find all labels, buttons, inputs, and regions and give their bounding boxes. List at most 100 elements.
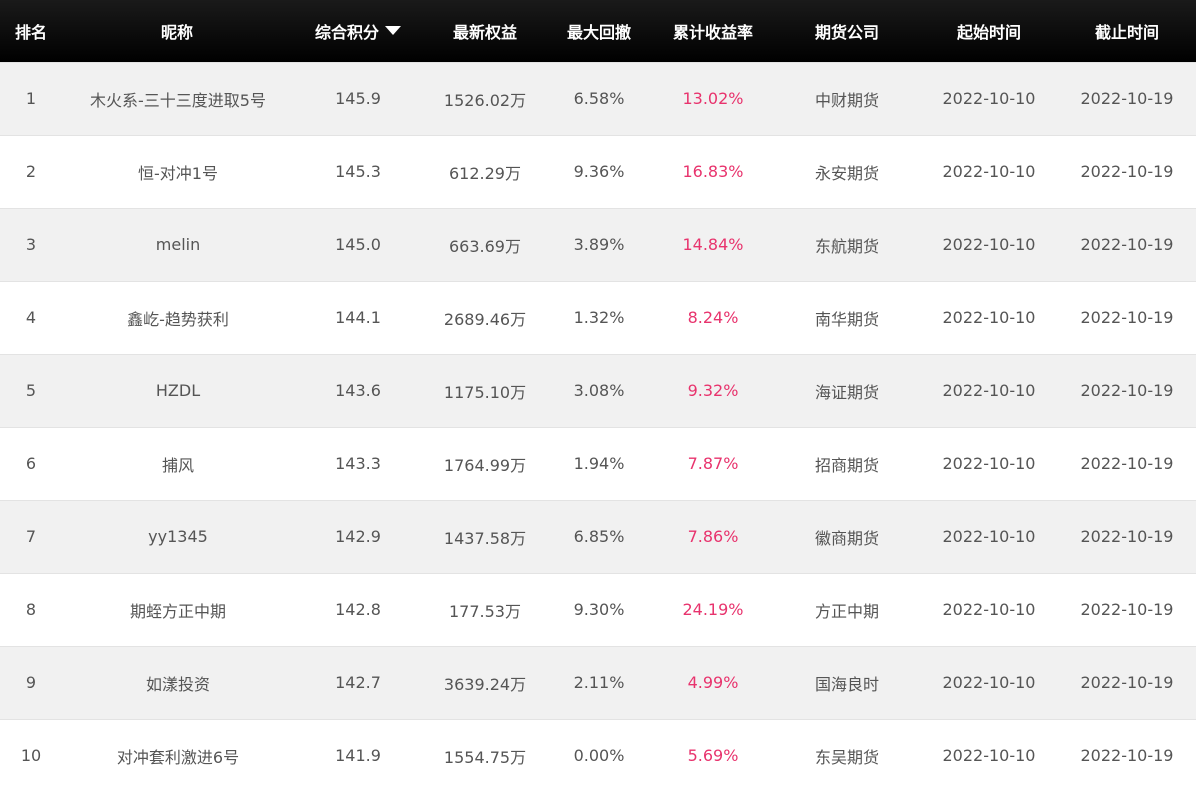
nickname-cell: HZDL xyxy=(155,381,201,400)
rank-cell: 7 xyxy=(25,527,37,546)
drawdown-cell: 3.08% xyxy=(573,381,625,400)
table-row[interactable]: 9 如漾投资 142.7 3639.24万 2.11% 4.99% 国海良时 2… xyxy=(0,646,1196,719)
return-cell: 16.83% xyxy=(682,162,744,181)
end-date-cell: 2022-10-19 xyxy=(1080,235,1174,254)
start-date-cell: 2022-10-10 xyxy=(942,673,1036,692)
drawdown-cell: 9.30% xyxy=(573,600,625,619)
rank-cell: 5 xyxy=(25,381,37,400)
return-cell: 8.24% xyxy=(687,308,739,327)
company-cell: 永安期货 xyxy=(814,163,879,183)
equity-cell: 177.53万 xyxy=(449,601,521,621)
table-row[interactable]: 6 捕风 143.3 1764.99万 1.94% 7.87% 招商期货 202… xyxy=(0,427,1196,500)
company-cell: 中财期货 xyxy=(814,90,879,110)
drawdown-cell: 1.32% xyxy=(573,308,625,327)
end-date-cell: 2022-10-19 xyxy=(1080,454,1174,473)
company-cell: 南华期货 xyxy=(814,309,879,329)
rank-cell: 6 xyxy=(25,454,37,473)
header-equity: 最新权益 xyxy=(452,22,517,42)
end-date-cell: 2022-10-19 xyxy=(1080,381,1174,400)
rank-cell: 2 xyxy=(25,162,37,181)
score-cell: 143.6 xyxy=(335,381,381,400)
score-cell: 145.9 xyxy=(335,89,381,108)
end-date-cell: 2022-10-19 xyxy=(1080,527,1174,546)
nickname-cell: 恒-对冲1号 xyxy=(138,163,218,183)
return-cell: 9.32% xyxy=(687,381,739,400)
rank-cell: 10 xyxy=(20,746,42,766)
table-row[interactable]: 1 木火系-三十三度进取5号 145.9 1526.02万 6.58% 13.0… xyxy=(0,62,1196,135)
drawdown-cell: 2.11% xyxy=(573,673,625,692)
start-date-cell: 2022-10-10 xyxy=(942,746,1036,766)
table-row[interactable]: 10 对冲套利激进6号 141.9 1554.75万 0.00% 5.69% 东… xyxy=(0,719,1196,792)
sort-by-score-button[interactable]: 综合积分 xyxy=(315,19,401,43)
table-row[interactable]: 3 melin 145.0 663.69万 3.89% 14.84% 东航期货 … xyxy=(0,208,1196,281)
header-score-label: 综合积分 xyxy=(314,22,379,42)
header-drawdown: 最大回撤 xyxy=(566,22,631,42)
equity-cell: 1175.10万 xyxy=(443,382,527,402)
company-cell: 海证期货 xyxy=(814,382,879,402)
company-cell: 国海良时 xyxy=(814,674,879,694)
score-cell: 141.9 xyxy=(335,746,381,766)
end-date-cell: 2022-10-19 xyxy=(1080,89,1174,108)
table-row[interactable]: 2 恒-对冲1号 145.3 612.29万 9.36% 16.83% 永安期货… xyxy=(0,135,1196,208)
equity-cell: 1437.58万 xyxy=(443,528,527,548)
ranking-table: 排名 昵称 综合积分 最新权益 最大回撤 累计收益率 期货公司 起始时间 截止时… xyxy=(0,0,1196,792)
company-cell: 徽商期货 xyxy=(814,528,879,548)
header-return: 累计收益率 xyxy=(672,22,753,42)
end-date-cell: 2022-10-19 xyxy=(1080,308,1174,327)
start-date-cell: 2022-10-10 xyxy=(942,381,1036,400)
header-nickname: 昵称 xyxy=(160,22,193,42)
rank-cell: 8 xyxy=(25,600,37,619)
end-date-cell: 2022-10-19 xyxy=(1080,746,1174,766)
score-cell: 143.3 xyxy=(335,454,381,473)
table-row[interactable]: 7 yy1345 142.9 1437.58万 6.85% 7.86% 徽商期货… xyxy=(0,500,1196,573)
return-cell: 5.69% xyxy=(687,746,739,766)
table-header-row: 排名 昵称 综合积分 最新权益 最大回撤 累计收益率 期货公司 起始时间 截止时… xyxy=(0,0,1196,62)
drawdown-cell: 6.58% xyxy=(573,89,625,108)
start-date-cell: 2022-10-10 xyxy=(942,527,1036,546)
equity-cell: 1526.02万 xyxy=(443,90,527,110)
start-date-cell: 2022-10-10 xyxy=(942,454,1036,473)
nickname-cell: melin xyxy=(155,235,201,254)
company-cell: 方正中期 xyxy=(814,601,879,621)
header-score[interactable]: 综合积分 xyxy=(292,0,424,62)
score-cell: 144.1 xyxy=(335,308,381,327)
nickname-cell: 鑫屹-趋势获利 xyxy=(127,309,229,329)
score-cell: 142.7 xyxy=(335,673,381,692)
header-start: 起始时间 xyxy=(956,22,1021,42)
header-company: 期货公司 xyxy=(814,22,879,42)
drawdown-cell: 9.36% xyxy=(573,162,625,181)
header-rank: 排名 xyxy=(14,22,47,42)
equity-cell: 1554.75万 xyxy=(443,747,527,767)
return-cell: 24.19% xyxy=(682,600,744,619)
drawdown-cell: 3.89% xyxy=(573,235,625,254)
drawdown-cell: 6.85% xyxy=(573,527,625,546)
end-date-cell: 2022-10-19 xyxy=(1080,673,1174,692)
table-row[interactable]: 8 期蛭方正中期 142.8 177.53万 9.30% 24.19% 方正中期… xyxy=(0,573,1196,646)
rank-cell: 9 xyxy=(25,673,37,692)
nickname-cell: 捕风 xyxy=(161,455,194,475)
return-cell: 7.86% xyxy=(687,527,739,546)
table-row[interactable]: 4 鑫屹-趋势获利 144.1 2689.46万 1.32% 8.24% 南华期… xyxy=(0,281,1196,354)
return-cell: 4.99% xyxy=(687,673,739,692)
header-end: 截止时间 xyxy=(1094,22,1159,42)
company-cell: 招商期货 xyxy=(814,455,879,475)
nickname-cell: 如漾投资 xyxy=(145,674,210,694)
equity-cell: 2689.46万 xyxy=(443,309,527,329)
table-row[interactable]: 5 HZDL 143.6 1175.10万 3.08% 9.32% 海证期货 2… xyxy=(0,354,1196,427)
rank-cell: 1 xyxy=(25,89,37,108)
equity-cell: 663.69万 xyxy=(449,236,521,256)
return-cell: 7.87% xyxy=(687,454,739,473)
score-cell: 145.0 xyxy=(335,235,381,254)
equity-cell: 612.29万 xyxy=(449,163,521,183)
end-date-cell: 2022-10-19 xyxy=(1080,162,1174,181)
score-cell: 142.9 xyxy=(335,527,381,546)
return-cell: 13.02% xyxy=(682,89,744,108)
nickname-cell: 对冲套利激进6号 xyxy=(116,747,240,767)
return-cell: 14.84% xyxy=(682,235,744,254)
end-date-cell: 2022-10-19 xyxy=(1080,600,1174,619)
caret-down-icon xyxy=(385,26,401,36)
nickname-cell: 期蛭方正中期 xyxy=(129,601,226,621)
drawdown-cell: 0.00% xyxy=(573,746,625,766)
equity-cell: 3639.24万 xyxy=(443,674,527,694)
rank-cell: 3 xyxy=(25,235,37,254)
